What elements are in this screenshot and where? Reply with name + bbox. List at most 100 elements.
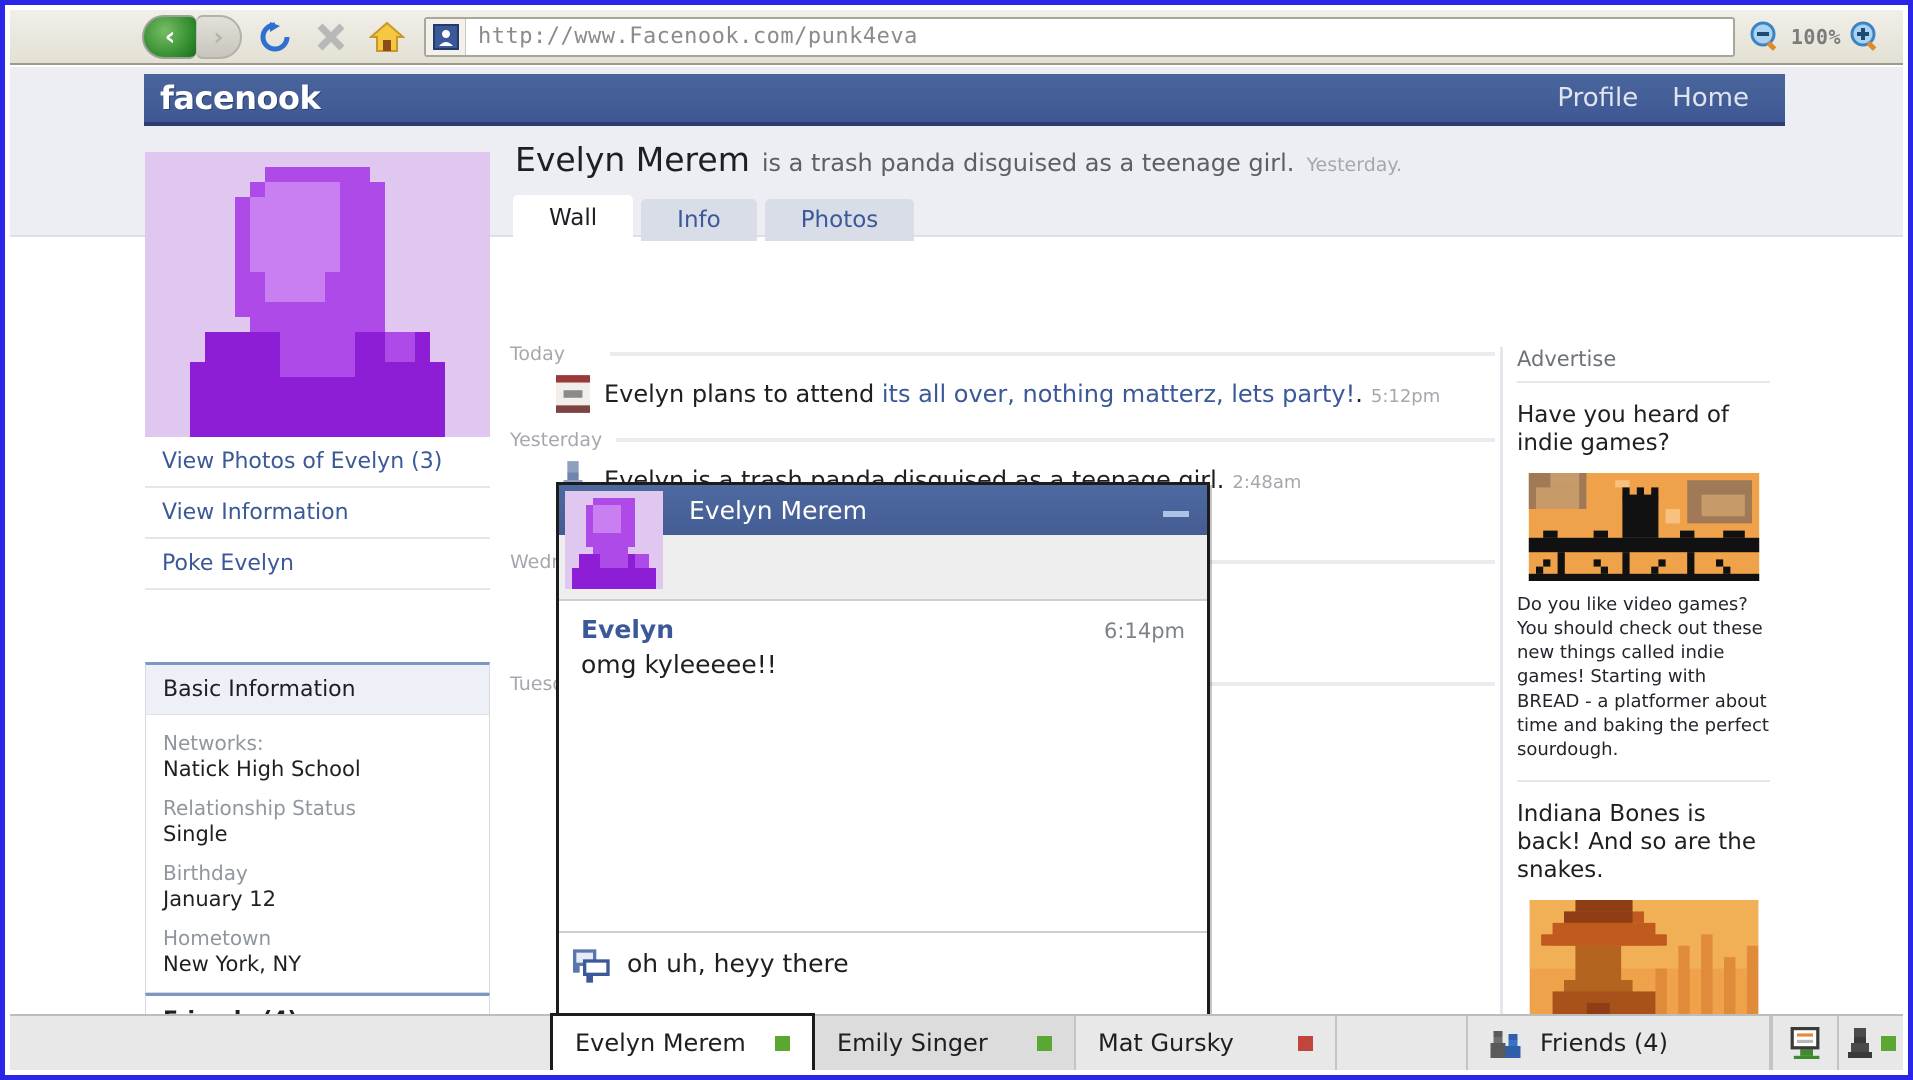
taskbar-item-label: Mat Gursky	[1098, 1029, 1234, 1057]
info-label-hometown: Hometown	[163, 926, 272, 950]
info-label-birthday: Birthday	[163, 861, 248, 885]
nav-home[interactable]: Home	[1672, 83, 1749, 113]
info-value-relationship: Single	[163, 822, 228, 846]
day-separator-today: Today	[510, 343, 1495, 365]
navigation-buttons: ‹ ›	[142, 14, 410, 60]
status-badge	[775, 1035, 790, 1051]
status-badge	[1880, 1035, 1896, 1051]
taskbar-spacer	[10, 1016, 550, 1070]
taskbar-item-evelyn-merem[interactable]: Evelyn Merem	[550, 1013, 815, 1070]
event-icon	[556, 375, 590, 413]
profile-sidebar: View Photos of Evelyn (3) View Informati…	[145, 152, 490, 1017]
chat-window[interactable]: Evelyn Merem Evelyn 6:14pm omg kyleeeee!…	[556, 482, 1210, 1017]
nav-profile[interactable]: Profile	[1557, 83, 1638, 113]
address-bar[interactable]: http://www.Facenook.com/punk4eva	[424, 16, 1735, 57]
back-button[interactable]: ‹	[142, 14, 196, 59]
post-prefix: Evelyn plans to attend	[604, 380, 882, 408]
ad-headline: Have you heard of indie games?	[1517, 402, 1729, 457]
ad-item[interactable]: Have you heard of indie games? Do you li…	[1517, 383, 1770, 782]
status-badge	[1037, 1035, 1052, 1051]
day-label: Today	[510, 343, 565, 365]
avatar-silhouette-icon	[145, 152, 490, 437]
chat-message-sender: Evelyn	[581, 615, 674, 644]
info-value-birthday: January 12	[163, 887, 277, 911]
ad-item[interactable]: Indiana Bones is back! And so are the sn…	[1517, 782, 1770, 1017]
sidebar-link-poke-evelyn[interactable]: Poke Evelyn	[145, 539, 490, 590]
chat-message-header: Evelyn 6:14pm	[581, 615, 1185, 644]
info-label-networks: Networks:	[163, 731, 264, 755]
site-header: facenook Profile Home	[144, 74, 1785, 126]
chat-avatar[interactable]	[565, 491, 663, 589]
home-icon	[369, 21, 405, 52]
zoom-in-icon[interactable]	[1849, 20, 1883, 54]
indiana-bones-screenshot-image	[1529, 900, 1758, 1017]
ad-body-text: Do you like video games? You should chec…	[1517, 594, 1769, 760]
info-value-hometown: New York, NY	[163, 952, 302, 976]
app-root: ‹ › http://www.Facenook.com/punk4eva 100…	[0, 0, 1913, 1080]
stop-icon	[317, 23, 345, 50]
post-link[interactable]: its all over, nothing matterz, lets part…	[882, 380, 1355, 408]
chat-input-area[interactable]: oh uh, heyy there	[559, 931, 1207, 1017]
chat-message-list: Evelyn 6:14pm omg kyleeeee!!	[559, 601, 1207, 928]
friends-icon	[1490, 1028, 1524, 1058]
profile-tabs: Wall Info Photos	[513, 195, 915, 241]
home-button[interactable]	[364, 14, 410, 60]
favicon-box	[426, 18, 466, 55]
info-value-networks: Natick High School	[163, 757, 361, 781]
display-icon	[1787, 1027, 1823, 1059]
taskbar-right-group: Friends (4)	[1466, 1016, 1903, 1070]
wall-post[interactable]: Evelyn plans to attend its all over, not…	[510, 365, 1495, 423]
minimize-icon[interactable]	[1163, 511, 1189, 517]
chat-message-text: omg kyleeeee!!	[581, 650, 777, 679]
reload-button[interactable]	[252, 14, 298, 60]
avatar[interactable]	[145, 152, 490, 437]
taskbar-self-status-button[interactable]	[1837, 1016, 1903, 1070]
tab-photos[interactable]: Photos	[764, 199, 915, 241]
basic-information-heading: Basic Information	[146, 665, 489, 715]
forward-arrow-icon: ›	[213, 22, 224, 51]
taskbar-display-button[interactable]	[1771, 1016, 1837, 1070]
chat-window-title: Evelyn Merem	[689, 495, 867, 525]
taskbar-friends-button[interactable]: Friends (4)	[1466, 1016, 1771, 1070]
page-favicon-icon	[432, 23, 459, 50]
zoom-level-label: 100%	[1790, 24, 1841, 49]
url-input[interactable]: http://www.Facenook.com/punk4eva	[466, 24, 1733, 49]
basic-information-rows: Networks: Natick High School Relationshi…	[146, 715, 489, 992]
post-timestamp: 2:48am	[1232, 472, 1302, 493]
chat-taskbar: Evelyn Merem Emily Singer Mat Gursky Fri…	[10, 1013, 1903, 1070]
site-logo[interactable]: facenook	[160, 79, 321, 117]
sidebar-link-view-information[interactable]: View Information	[145, 488, 490, 539]
day-rule	[610, 352, 1495, 356]
profile-header: Evelyn Merem is a trash panda disguised …	[515, 140, 1402, 179]
taskbar-item-mat-gursky[interactable]: Mat Gursky	[1076, 1016, 1337, 1070]
post-timestamp: 5:12pm	[1370, 386, 1441, 407]
profile-status-text: is a trash panda disguised as a teenage …	[761, 149, 1295, 177]
tab-info[interactable]: Info	[641, 199, 757, 241]
page-title: Evelyn Merem	[515, 140, 750, 179]
taskbar-item-label: Evelyn Merem	[575, 1029, 746, 1057]
taskbar-item-emily-singer[interactable]: Emily Singer	[815, 1016, 1076, 1070]
zoom-out-icon[interactable]	[1749, 20, 1783, 54]
browser-toolbar: ‹ › http://www.Facenook.com/punk4eva 100…	[10, 10, 1903, 65]
indie-game-screenshot-image	[1528, 473, 1759, 582]
taskbar-friends-label: Friends (4)	[1540, 1029, 1668, 1057]
forward-button[interactable]: ›	[196, 14, 242, 59]
wall-post-text: Evelyn plans to attend its all over, not…	[604, 380, 1440, 408]
profile-status-time: Yesterday.	[1306, 154, 1403, 176]
reload-icon	[260, 21, 290, 51]
person-icon	[1847, 1028, 1873, 1058]
back-arrow-icon: ‹	[164, 21, 176, 52]
chat-message: Evelyn 6:14pm omg kyleeeee!!	[581, 615, 1185, 679]
post-suffix: .	[1355, 380, 1363, 408]
chat-message-time: 6:14pm	[1104, 619, 1185, 643]
tab-wall[interactable]: Wall	[513, 195, 634, 241]
page-content: facenook Profile Home Evelyn Merem is a …	[10, 67, 1903, 1017]
chat-input[interactable]: oh uh, heyy there	[627, 949, 849, 1017]
ad-headline: Indiana Bones is back! And so are the sn…	[1517, 800, 1757, 883]
status-badge	[1298, 1035, 1313, 1051]
basic-information-box: Basic Information Networks: Natick High …	[145, 662, 490, 993]
chat-bubbles-icon	[573, 949, 613, 1017]
day-label: Yesterday	[510, 429, 603, 451]
stop-button[interactable]	[308, 14, 354, 60]
sidebar-link-view-photos[interactable]: View Photos of Evelyn (3)	[145, 437, 490, 488]
